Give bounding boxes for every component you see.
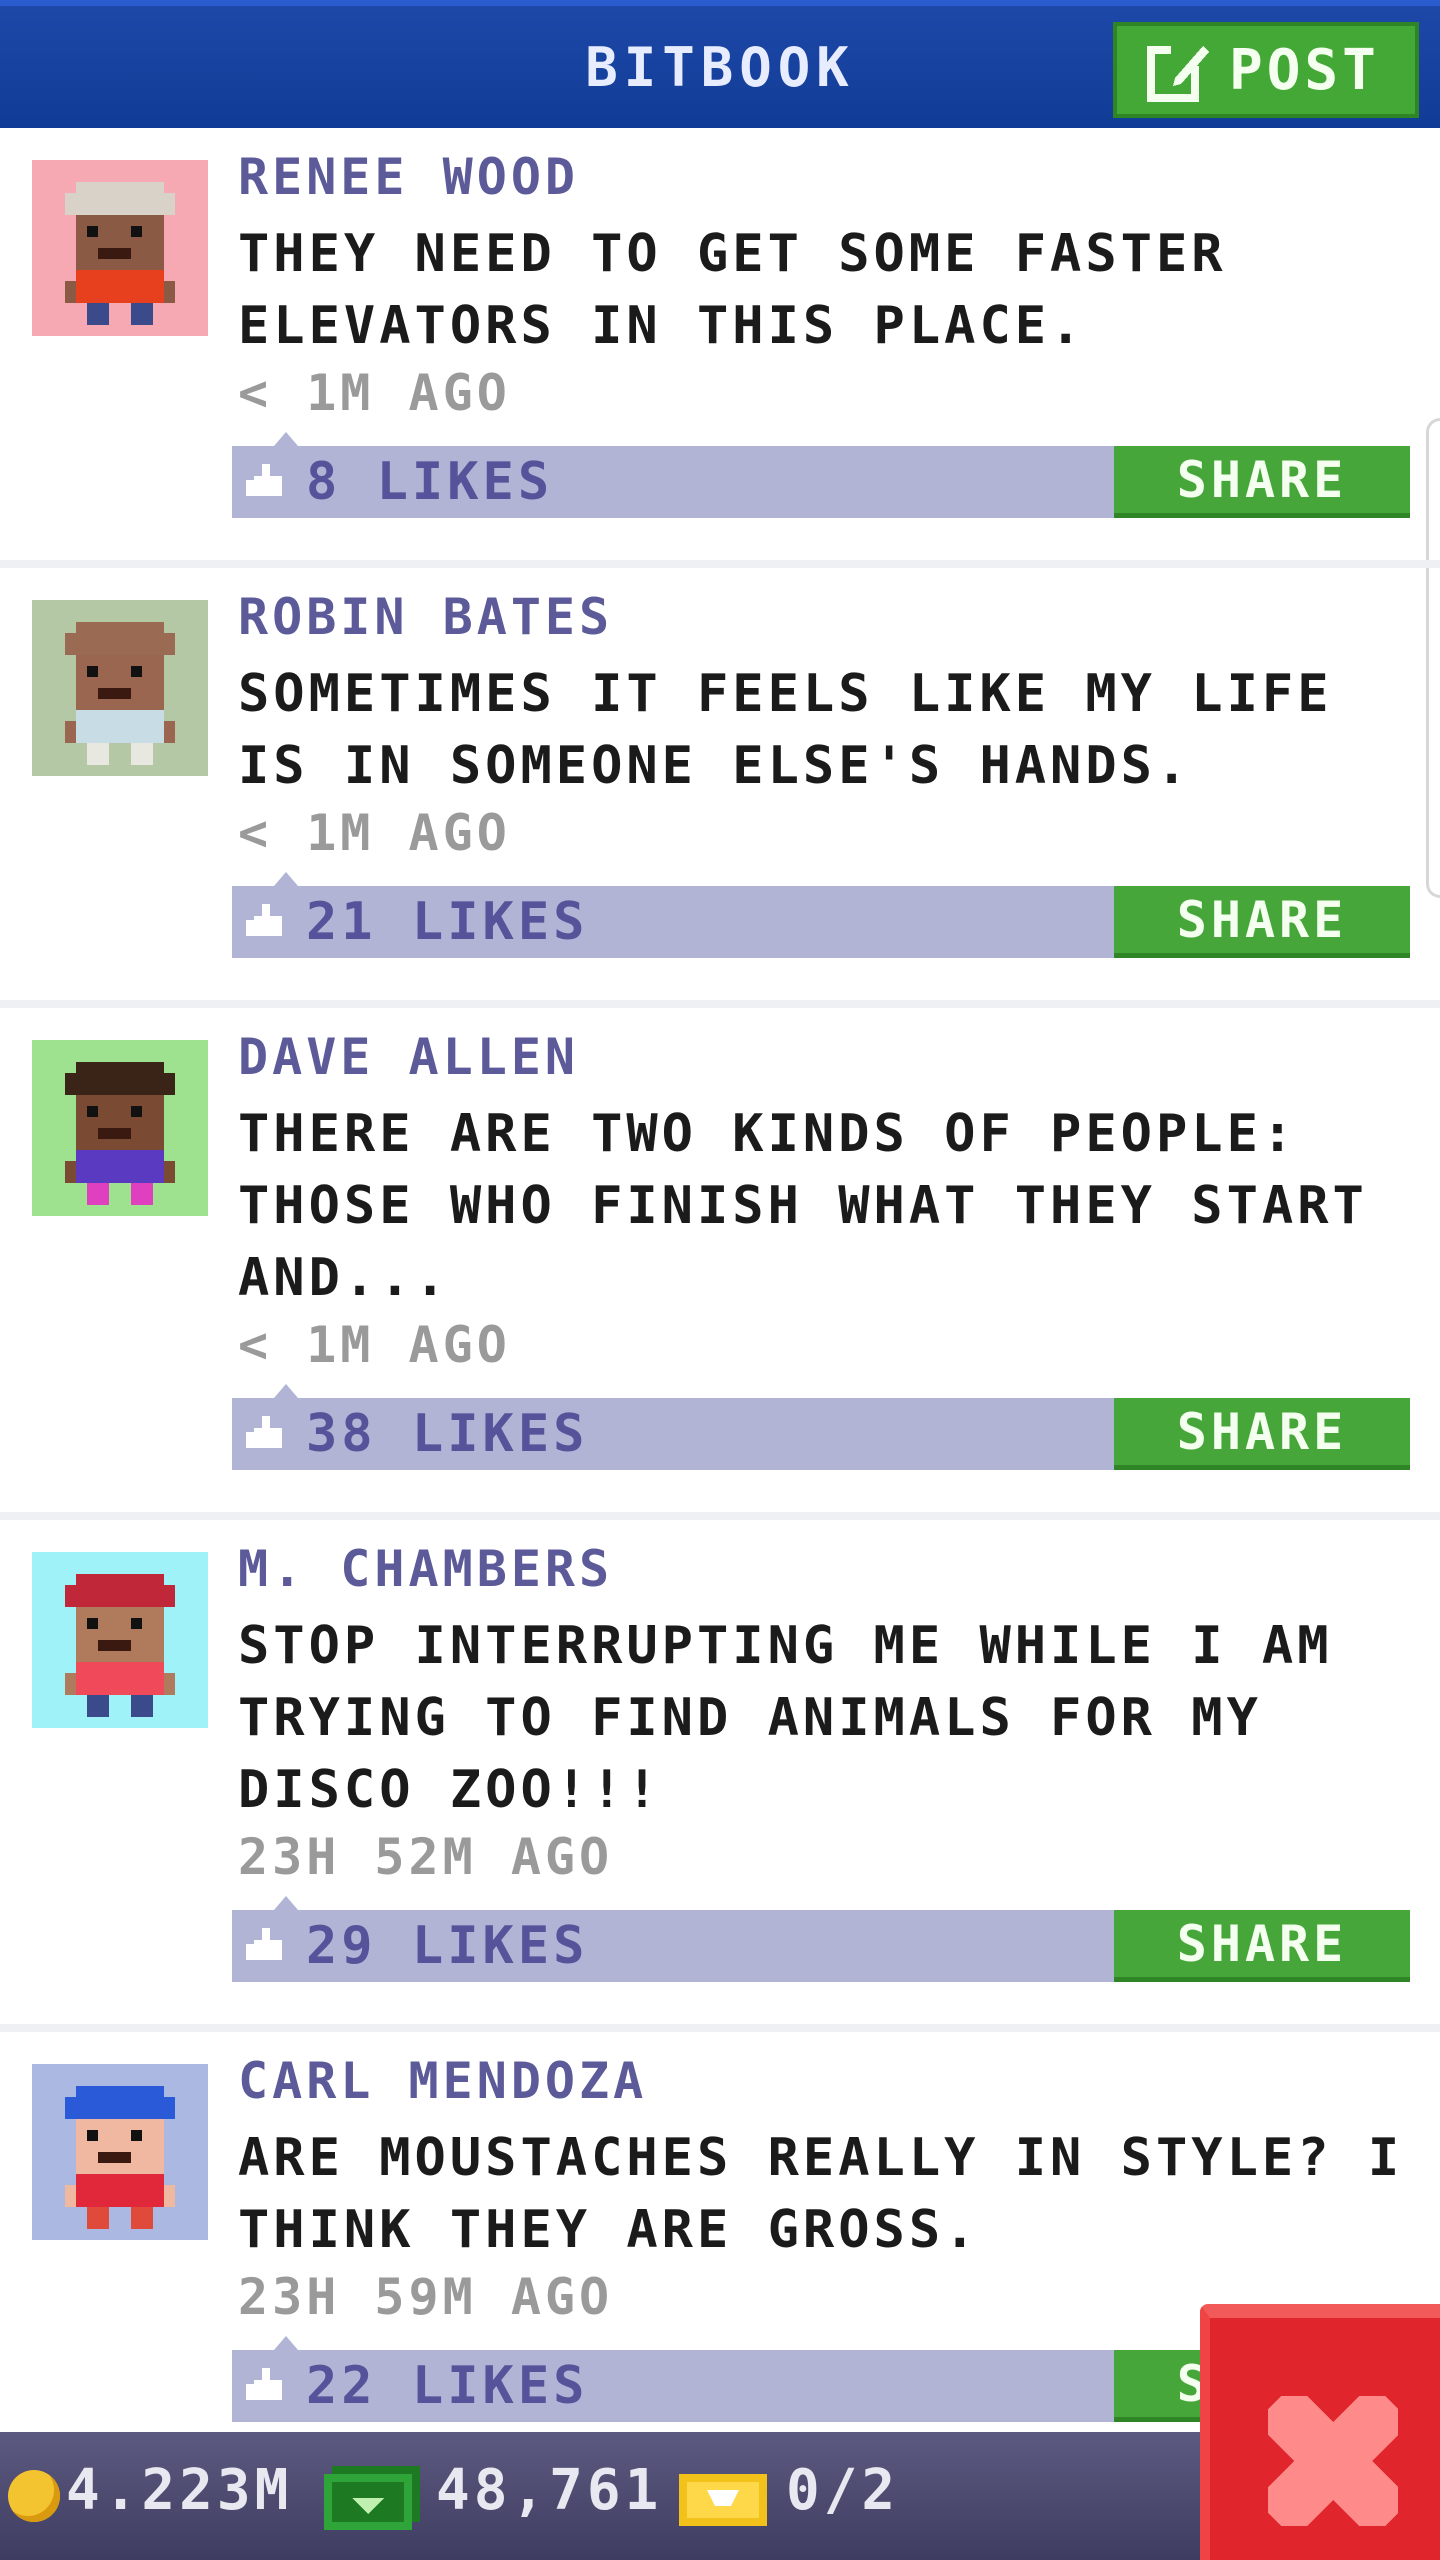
feed-post: DAVE ALLEN THERE ARE TWO KINDS OF PEOPLE… [0,1008,1440,1520]
close-button[interactable] [1200,2304,1440,2560]
like-bar-nub [274,432,298,446]
close-icon [1268,2396,1398,2526]
coins-value: 4.223M [66,2458,293,2523]
post-time: < 1M AGO [238,364,511,422]
post-time: 23H 59M AGO [238,2268,614,2326]
avatar[interactable] [32,1552,208,1728]
avatar[interactable] [32,160,208,336]
likes-count: 22 LIKES [306,2356,589,2416]
post-time: 23H 52M AGO [238,1828,614,1886]
feed-post: RENEE WOOD THEY NEED TO GET SOME FASTER … [0,128,1440,568]
likes-count: 38 LIKES [306,1404,589,1464]
avatar[interactable] [32,600,208,776]
share-button[interactable]: SHARE [1114,446,1410,518]
thumbs-up-icon [246,1928,282,1960]
share-button[interactable]: SHARE [1114,1398,1410,1470]
like-bar-nub [274,1896,298,1910]
share-button[interactable]: SHARE [1114,1910,1410,1982]
feed-post: M. CHAMBERS STOP INTERRUPTING ME WHILE I… [0,1520,1440,2032]
like-bar[interactable]: 29 LIKES SHARE [232,1896,1410,1982]
post-message: THEY NEED TO GET SOME FASTER ELEVATORS I… [238,224,1227,356]
avatar[interactable] [32,2064,208,2240]
likes-count: 8 LIKES [306,452,554,512]
avatar[interactable] [32,1040,208,1216]
bux-value: 48,761 [436,2458,663,2523]
tickets-value: 0/2 [786,2458,900,2523]
post-message: SOMETIMES IT FEELS LIKE MY LIFE IS IN SO… [238,664,1333,796]
likes-count: 21 LIKES [306,892,589,952]
ticket-icon [679,2474,767,2526]
post-time: < 1M AGO [238,1316,511,1374]
feed-post: ROBIN BATES SOMETIMES IT FEELS LIKE MY L… [0,568,1440,1008]
post-time: < 1M AGO [238,804,511,862]
post-author[interactable]: DAVE ALLEN [238,1028,579,1086]
post-button[interactable]: POST [1113,22,1419,118]
like-bar[interactable]: 8 LIKES SHARE [232,432,1410,518]
post-message: STOP INTERRUPTING ME WHILE I AM TRYING T… [238,1616,1333,1820]
thumbs-up-icon [246,1416,282,1448]
post-author[interactable]: ROBIN BATES [238,588,613,646]
post-author[interactable]: CARL MENDOZA [238,2052,647,2110]
like-bar[interactable]: 38 LIKES SHARE [232,1384,1410,1470]
post-message: THERE ARE TWO KINDS OF PEOPLE: THOSE WHO… [238,1104,1368,1308]
compose-icon [1147,42,1209,102]
top-bar: BITBOOK POST [0,0,1440,128]
like-bar-nub [274,2336,298,2350]
bux-icon [324,2466,420,2530]
thumbs-up-icon [246,904,282,936]
coin-icon [8,2470,60,2522]
post-author[interactable]: RENEE WOOD [238,148,579,206]
like-bar-nub [274,872,298,886]
post-author[interactable]: M. CHAMBERS [238,1540,613,1598]
like-bar-nub [274,1384,298,1398]
post-button-label: POST [1229,37,1380,103]
likes-count: 29 LIKES [306,1916,589,1976]
post-message: ARE MOUSTACHES REALLY IN STYLE? I THINK … [238,2128,1404,2260]
like-bar[interactable]: 21 LIKES SHARE [232,872,1410,958]
share-button[interactable]: SHARE [1114,886,1410,958]
thumbs-up-icon [246,2368,282,2400]
thumbs-up-icon [246,464,282,496]
